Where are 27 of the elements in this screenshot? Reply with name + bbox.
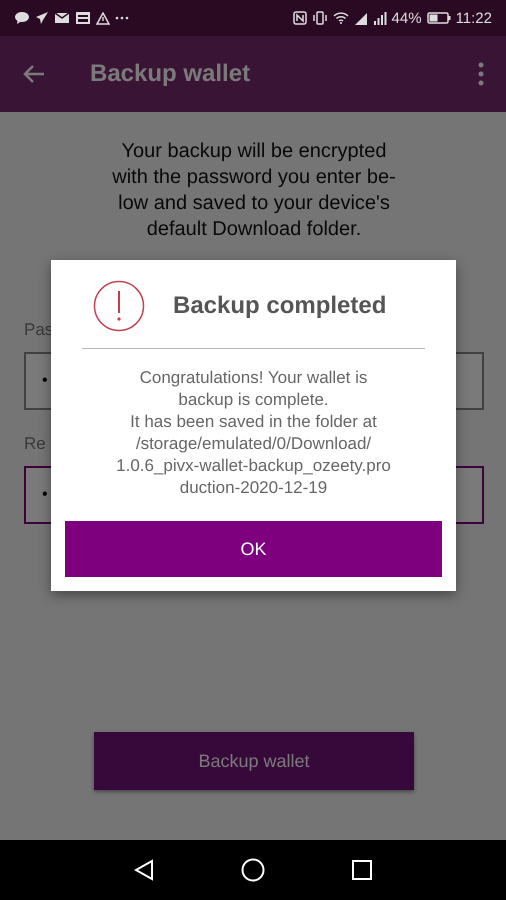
- more-icon: [478, 62, 484, 86]
- backup-wallet-button[interactable]: Backup wallet: [94, 732, 414, 790]
- recents-icon[interactable]: [352, 860, 372, 880]
- mail-icon: [54, 12, 70, 24]
- wifi-icon: [332, 12, 349, 24]
- dialog-title: Backup completed: [173, 292, 386, 320]
- more-icon: [115, 16, 129, 20]
- signal-icon: [354, 12, 368, 24]
- signal-icon: [372, 12, 387, 24]
- vibrate-icon: [312, 11, 328, 25]
- intro-text: Your backup will be encrypted with the password you enter be- low and saved to your device's default Download folder.: [111, 139, 397, 242]
- back-icon[interactable]: [134, 859, 154, 881]
- battery-level: 44%: [392, 10, 422, 26]
- exclamation-icon: [93, 280, 145, 332]
- nfc-icon: [292, 11, 307, 25]
- dialog-message: Congratulations! Your wallet is backup is complete. It has been saved in the folder at /storage/emulated/0/Download/ 1.0.6_pivx-wallet-backup_ozeety.pro duction-2020-12-19: [115, 367, 392, 499]
- battery-icon: [426, 12, 451, 24]
- send-icon: [35, 11, 49, 25]
- field-label: Re: [24, 434, 46, 454]
- clock: 11:22: [456, 10, 492, 26]
- back-arrow-icon: [22, 64, 46, 84]
- screen-title: Backup wallet: [90, 60, 250, 88]
- home-icon[interactable]: [240, 858, 265, 882]
- chat-icon: [14, 11, 30, 25]
- ok-button[interactable]: OK: [65, 521, 442, 577]
- mail-icon: [75, 11, 91, 25]
- warning-icon: [96, 12, 110, 24]
